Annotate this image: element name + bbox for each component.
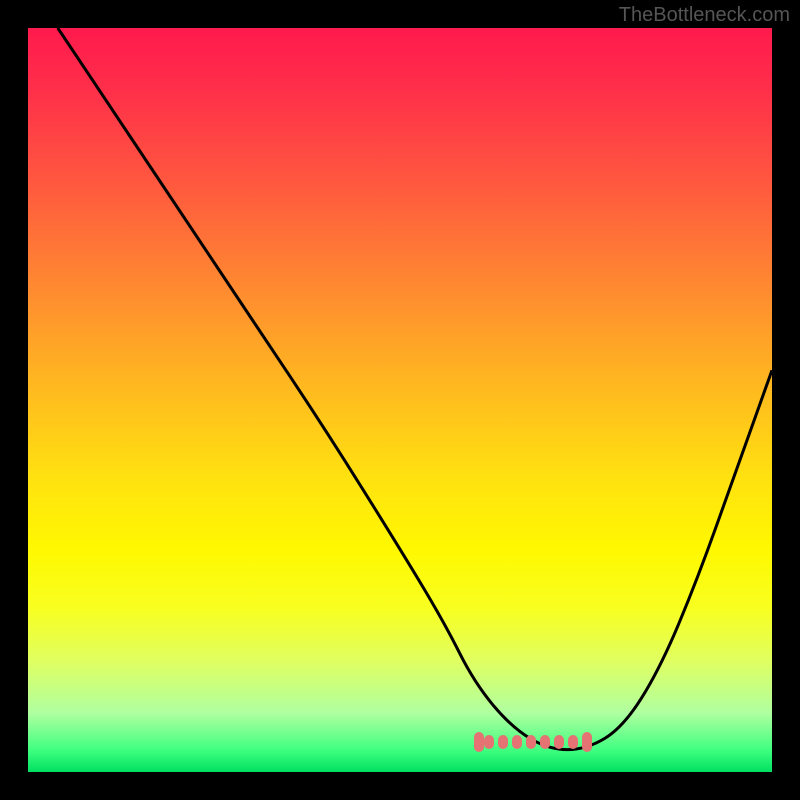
chart-plot-area bbox=[28, 28, 772, 772]
bottleneck-curve bbox=[28, 28, 772, 772]
watermark-text: TheBottleneck.com bbox=[619, 4, 790, 27]
optimal-range-marker bbox=[474, 732, 623, 744]
